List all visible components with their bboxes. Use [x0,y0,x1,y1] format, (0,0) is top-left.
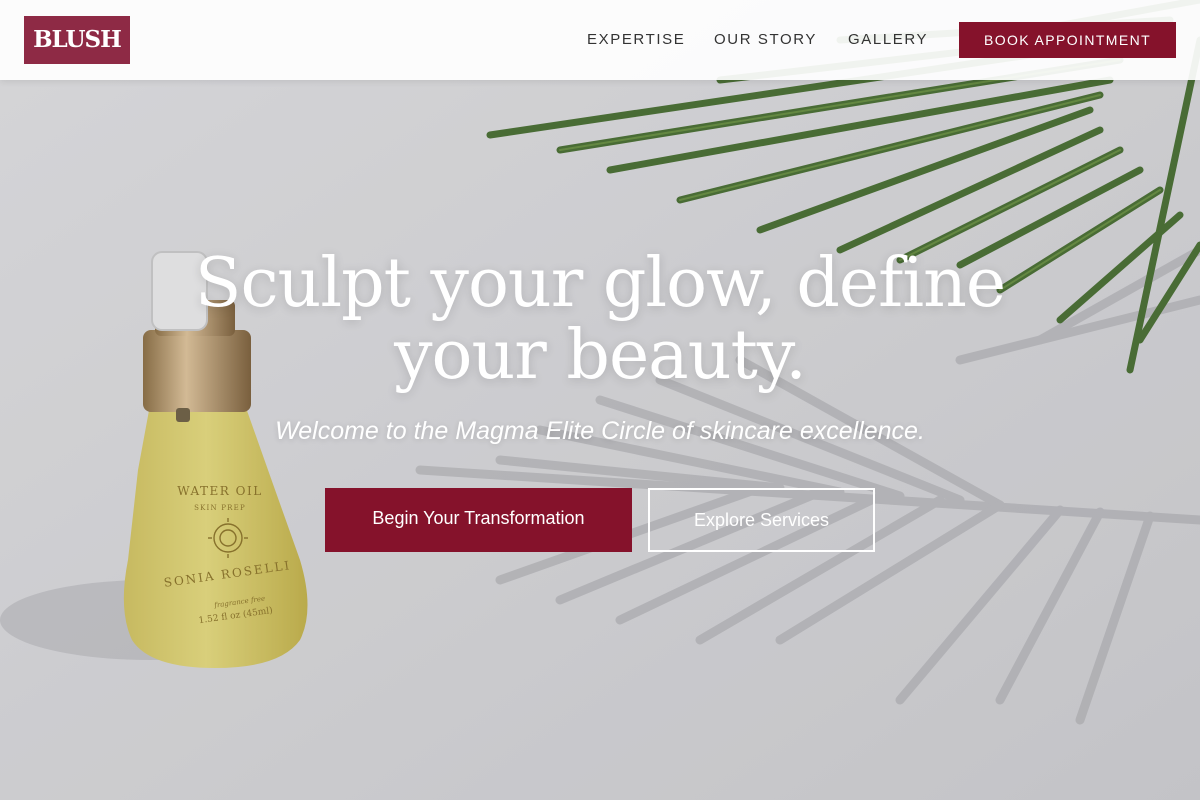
nav-link-our-story[interactable]: OUR STORY [714,0,817,80]
explore-services-button[interactable]: Explore Services [648,488,875,552]
page: WATER OIL SKIN PREP SONIA ROSELLI fragra… [0,0,1200,800]
book-appointment-button[interactable]: BOOK APPOINTMENT [959,22,1176,58]
hero-headline-line1: Sculpt your glow, define [194,244,1006,323]
brand-logo[interactable]: BLUSH [24,16,130,64]
hero-subheadline: Welcome to the Magma Elite Circle of ski… [275,417,925,445]
nav-link-expertise[interactable]: EXPERTISE [587,0,685,80]
site-header: BLUSH EXPERTISE OUR STORY GALLERY BOOK A… [0,0,1200,80]
hero-headline-line2: your beauty. [394,316,807,395]
hero-dim-overlay [0,0,1200,800]
begin-transformation-button[interactable]: Begin Your Transformation [325,488,632,552]
hero-headline: Sculpt your glow, define your beauty. [150,248,1050,392]
nav-link-gallery[interactable]: GALLERY [848,0,928,80]
